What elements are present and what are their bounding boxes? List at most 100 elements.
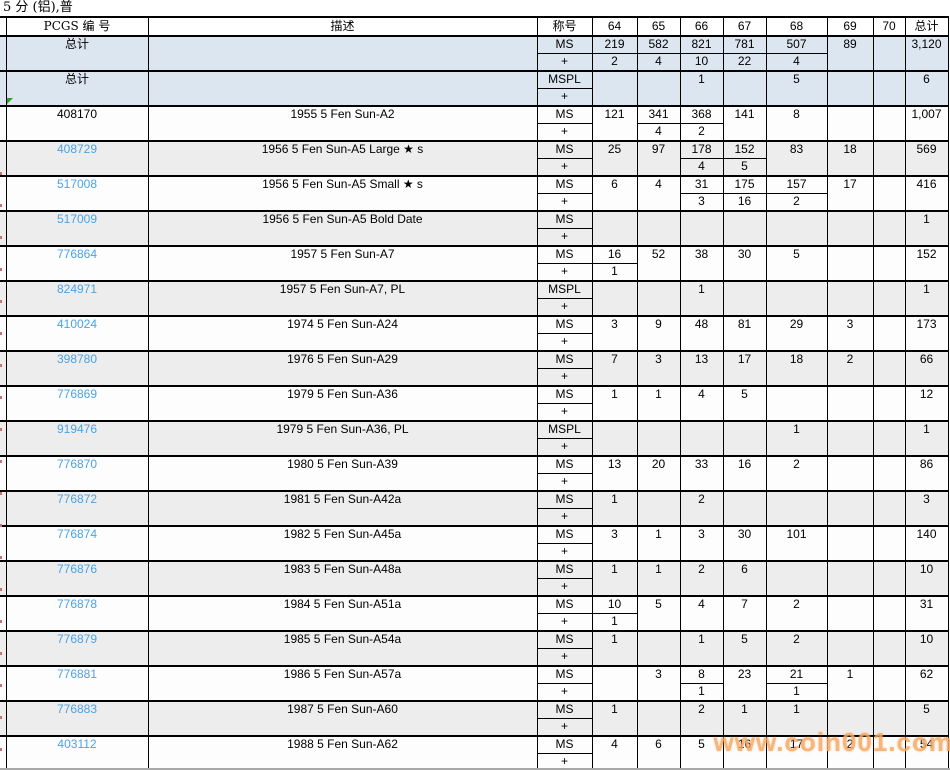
pcgs-number-link[interactable]: 410024 bbox=[6, 316, 148, 351]
pcgs-number-link[interactable]: 776864 bbox=[6, 246, 148, 281]
grade-count-cell: 13 bbox=[592, 456, 637, 491]
grade-label: MS bbox=[537, 211, 592, 229]
grade-count-cell: 6 bbox=[592, 176, 637, 211]
grade-count-cell: 30 bbox=[723, 246, 766, 281]
pcgs-number-link[interactable]: 403112 bbox=[6, 736, 148, 770]
grade-count-cell: 30 bbox=[723, 526, 766, 561]
left-edge-red-mark bbox=[0, 716, 2, 719]
coin-description: 1981 5 Fen Sun-A42a bbox=[148, 491, 537, 526]
grade-label: MS bbox=[537, 316, 592, 334]
pcgs-number-link[interactable]: 824971 bbox=[6, 281, 148, 316]
grade-count-cell: 141 bbox=[723, 106, 766, 141]
pcgs-number-link[interactable]: 776878 bbox=[6, 596, 148, 631]
grade-count-cell: 8 bbox=[680, 666, 723, 684]
pcgs-number-link[interactable]: 919476 bbox=[6, 421, 148, 456]
grade-count-cell: 1 bbox=[637, 386, 680, 421]
grade-count-cell bbox=[637, 701, 680, 736]
grade-count-cell bbox=[766, 386, 827, 421]
grade-count-cell: 1 bbox=[680, 71, 723, 106]
grade-count-cell: 18 bbox=[827, 141, 873, 176]
coin-description: 1986 5 Fen Sun-A57a bbox=[148, 666, 537, 701]
pcgs-number-link[interactable]: 776874 bbox=[6, 526, 148, 561]
grade-count-cell: 21 bbox=[766, 666, 827, 684]
grade-count-cell: 3 bbox=[592, 316, 637, 351]
pcgs-number-link[interactable]: 408729 bbox=[6, 141, 148, 176]
grade-count-cell bbox=[873, 141, 905, 176]
grade-label: MS bbox=[537, 351, 592, 369]
pcgs-number-link[interactable]: 776883 bbox=[6, 701, 148, 736]
grade-count-cell bbox=[680, 211, 723, 246]
total-cell: 62 bbox=[905, 666, 948, 701]
grade-count-cell: 16 bbox=[723, 456, 766, 491]
plus-count-cell: 10 bbox=[680, 54, 723, 72]
pcgs-number-link[interactable]: 776881 bbox=[6, 666, 148, 701]
grade-count-cell bbox=[680, 421, 723, 456]
population-report-page: 5 分 (铝),普 PCGS 编 号 描述 称号 64 65 66 67 68 … bbox=[0, 0, 950, 770]
coin-description: 1983 5 Fen Sun-A48a bbox=[148, 561, 537, 596]
grade-count-cell: 121 bbox=[592, 106, 637, 141]
grade-count-cell bbox=[723, 491, 766, 526]
grade-count-cell bbox=[766, 561, 827, 596]
plus-count-cell: 22 bbox=[723, 54, 766, 72]
grade-count-cell bbox=[873, 666, 905, 701]
grade-count-cell bbox=[873, 36, 905, 71]
grade-count-cell: 3 bbox=[827, 316, 873, 351]
grade-count-cell: 7 bbox=[723, 596, 766, 631]
grade-count-cell bbox=[827, 491, 873, 526]
pcgs-number-link[interactable]: 776876 bbox=[6, 561, 148, 596]
total-cell: 1 bbox=[905, 211, 948, 246]
grade-count-cell bbox=[827, 561, 873, 596]
pcgs-number: 总计 bbox=[6, 36, 148, 71]
grade-count-cell: 52 bbox=[637, 246, 680, 281]
plus-label: + bbox=[537, 579, 592, 597]
grade-count-cell: 1 bbox=[592, 386, 637, 421]
total-cell: 140 bbox=[905, 526, 948, 561]
grade-count-cell: 18 bbox=[766, 351, 827, 386]
pcgs-number-link[interactable]: 398780 bbox=[6, 351, 148, 386]
grade-count-cell bbox=[766, 211, 827, 246]
col-header-67: 67 bbox=[723, 17, 766, 36]
pcgs-number-link[interactable]: 517008 bbox=[6, 176, 148, 211]
coin-description: 1957 5 Fen Sun-A7, PL bbox=[148, 281, 537, 316]
pcgs-number-link[interactable]: 776879 bbox=[6, 631, 148, 666]
grade-label: MS bbox=[537, 596, 592, 614]
grade-count-cell: 16 bbox=[592, 246, 637, 264]
plus-label: + bbox=[537, 474, 592, 492]
grade-count-cell bbox=[592, 666, 637, 701]
grade-count-cell: 29 bbox=[766, 316, 827, 351]
plus-count-cell: 1 bbox=[592, 264, 637, 282]
plus-label: + bbox=[537, 229, 592, 247]
plus-count-cell: 3 bbox=[680, 194, 723, 212]
grade-count-cell: 4 bbox=[680, 596, 723, 631]
grade-count-cell bbox=[873, 246, 905, 281]
total-cell: 31 bbox=[905, 596, 948, 631]
col-header-68: 68 bbox=[766, 17, 827, 36]
pcgs-number-link[interactable]: 776870 bbox=[6, 456, 148, 491]
left-edge-red-mark bbox=[0, 332, 2, 335]
pcgs-number-link[interactable]: 776872 bbox=[6, 491, 148, 526]
page-title: 5 分 (铝),普 bbox=[0, 0, 950, 16]
grade-label: MS bbox=[537, 246, 592, 264]
plus-label: + bbox=[537, 544, 592, 562]
grade-count-cell: 1 bbox=[592, 701, 637, 736]
col-header-grade: 称号 bbox=[537, 17, 592, 36]
grade-count-cell bbox=[766, 281, 827, 316]
plus-label: + bbox=[537, 54, 592, 72]
grade-count-cell: 2 bbox=[766, 456, 827, 491]
grade-label: MS bbox=[537, 491, 592, 509]
grade-count-cell bbox=[827, 596, 873, 631]
grade-count-cell bbox=[723, 421, 766, 456]
grade-count-cell bbox=[827, 456, 873, 491]
grade-count-cell: 17 bbox=[827, 176, 873, 211]
grade-count-cell bbox=[827, 246, 873, 281]
table-row: 9194761979 5 Fen Sun-A36, PLMSPL11 bbox=[0, 421, 948, 439]
left-edge-red-mark bbox=[0, 556, 2, 559]
pcgs-number: 总计 bbox=[6, 71, 148, 106]
grade-count-cell bbox=[873, 526, 905, 561]
pcgs-number-link[interactable]: 517009 bbox=[6, 211, 148, 246]
left-edge-red-mark bbox=[0, 300, 2, 303]
left-edge-red-mark bbox=[0, 428, 2, 431]
pcgs-number-link[interactable]: 776869 bbox=[6, 386, 148, 421]
coin-description: 1957 5 Fen Sun-A7 bbox=[148, 246, 537, 281]
coin-description: 1956 5 Fen Sun-A5 Bold Date bbox=[148, 211, 537, 246]
